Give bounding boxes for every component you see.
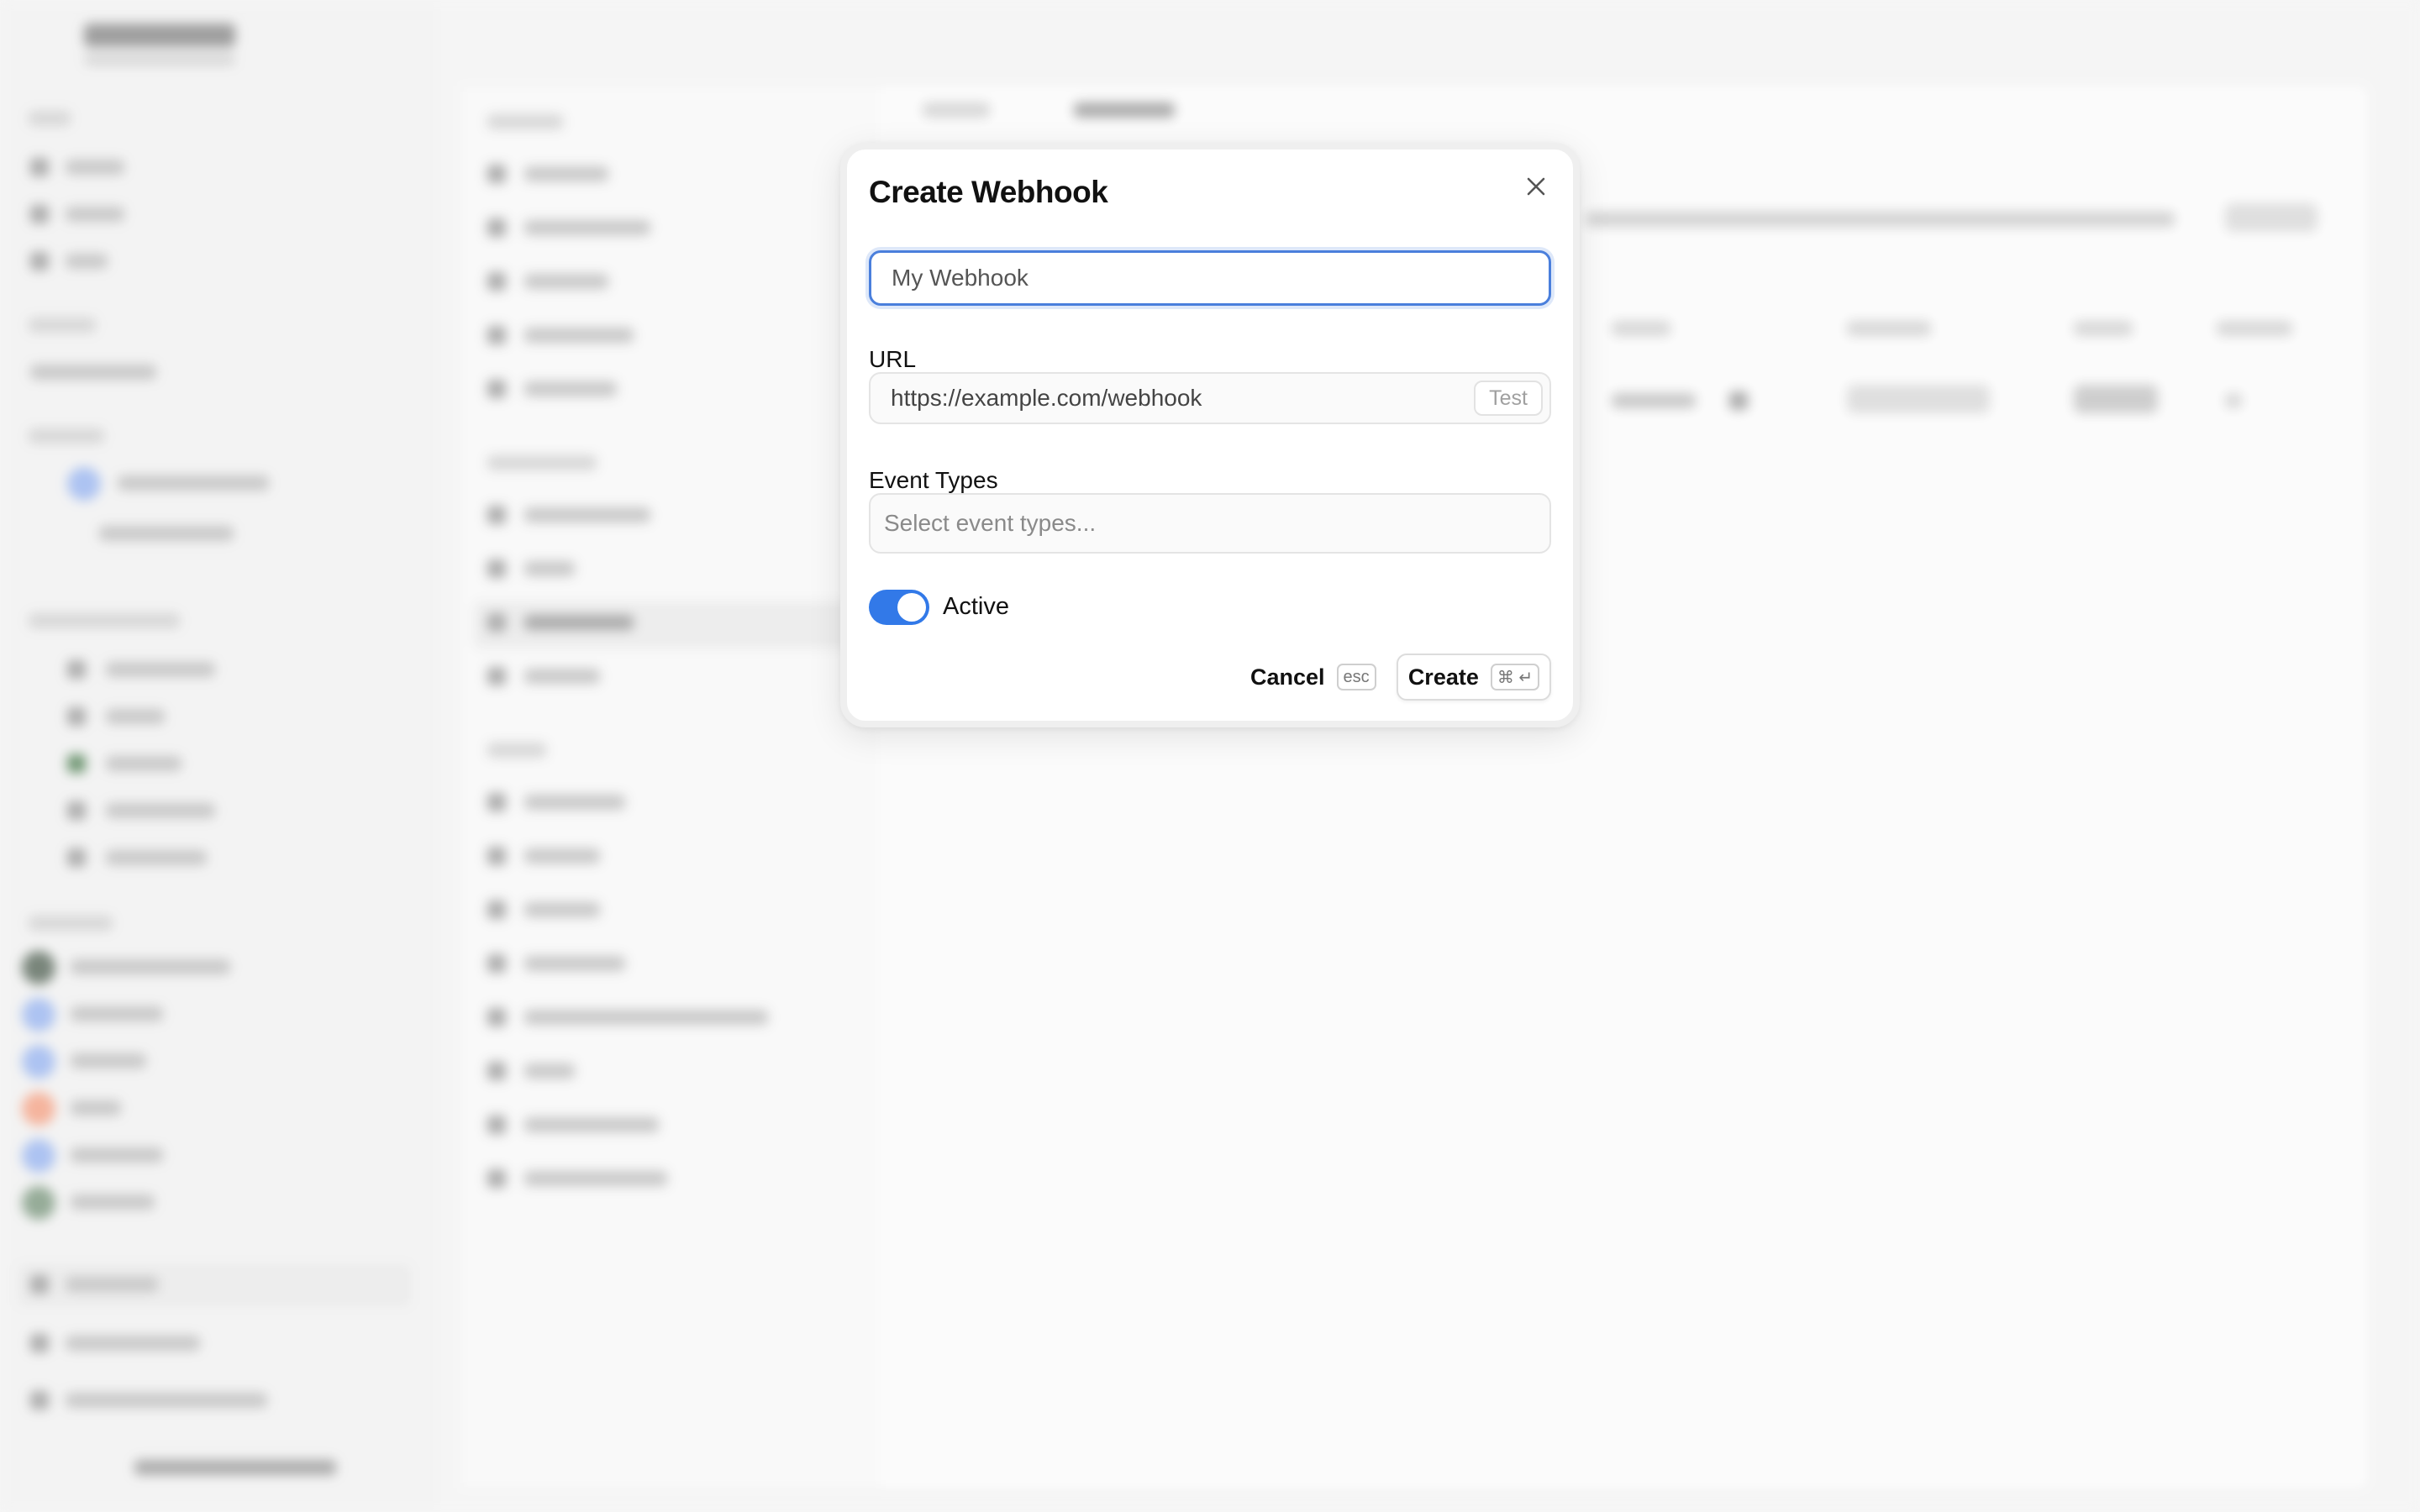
event-types-placeholder: Select event types... [884, 510, 1097, 536]
url-label: URL [869, 346, 917, 372]
close-icon [1527, 177, 1545, 196]
test-url-button[interactable]: Test [1474, 381, 1543, 416]
dialog-title: Create Webhook [869, 175, 1108, 209]
webhook-name-input[interactable]: My Webhook [869, 250, 1551, 306]
url-placeholder: https://example.com/webhook [891, 385, 1202, 411]
active-toggle[interactable] [869, 590, 929, 625]
webhook-name-value: My Webhook [892, 265, 1028, 291]
cmd-enter-shortcut-badge: ⌘ ↵ [1490, 664, 1540, 690]
url-input[interactable]: https://example.com/webhook Test [869, 372, 1551, 424]
esc-shortcut-badge: esc [1336, 664, 1376, 690]
active-label: Active [943, 593, 1009, 620]
create-label: Create [1407, 664, 1479, 690]
event-types-label: Event Types [869, 467, 998, 493]
cancel-button[interactable]: Cancel esc [1250, 655, 1376, 699]
event-types-select[interactable]: Select event types... [869, 493, 1551, 554]
close-button[interactable] [1518, 168, 1555, 205]
create-webhook-dialog: Create Webhook My Webhook URL https://ex… [840, 143, 1580, 727]
toggle-knob [897, 593, 926, 622]
create-button[interactable]: Create ⌘ ↵ [1397, 654, 1551, 701]
cancel-label: Cancel [1250, 664, 1325, 690]
